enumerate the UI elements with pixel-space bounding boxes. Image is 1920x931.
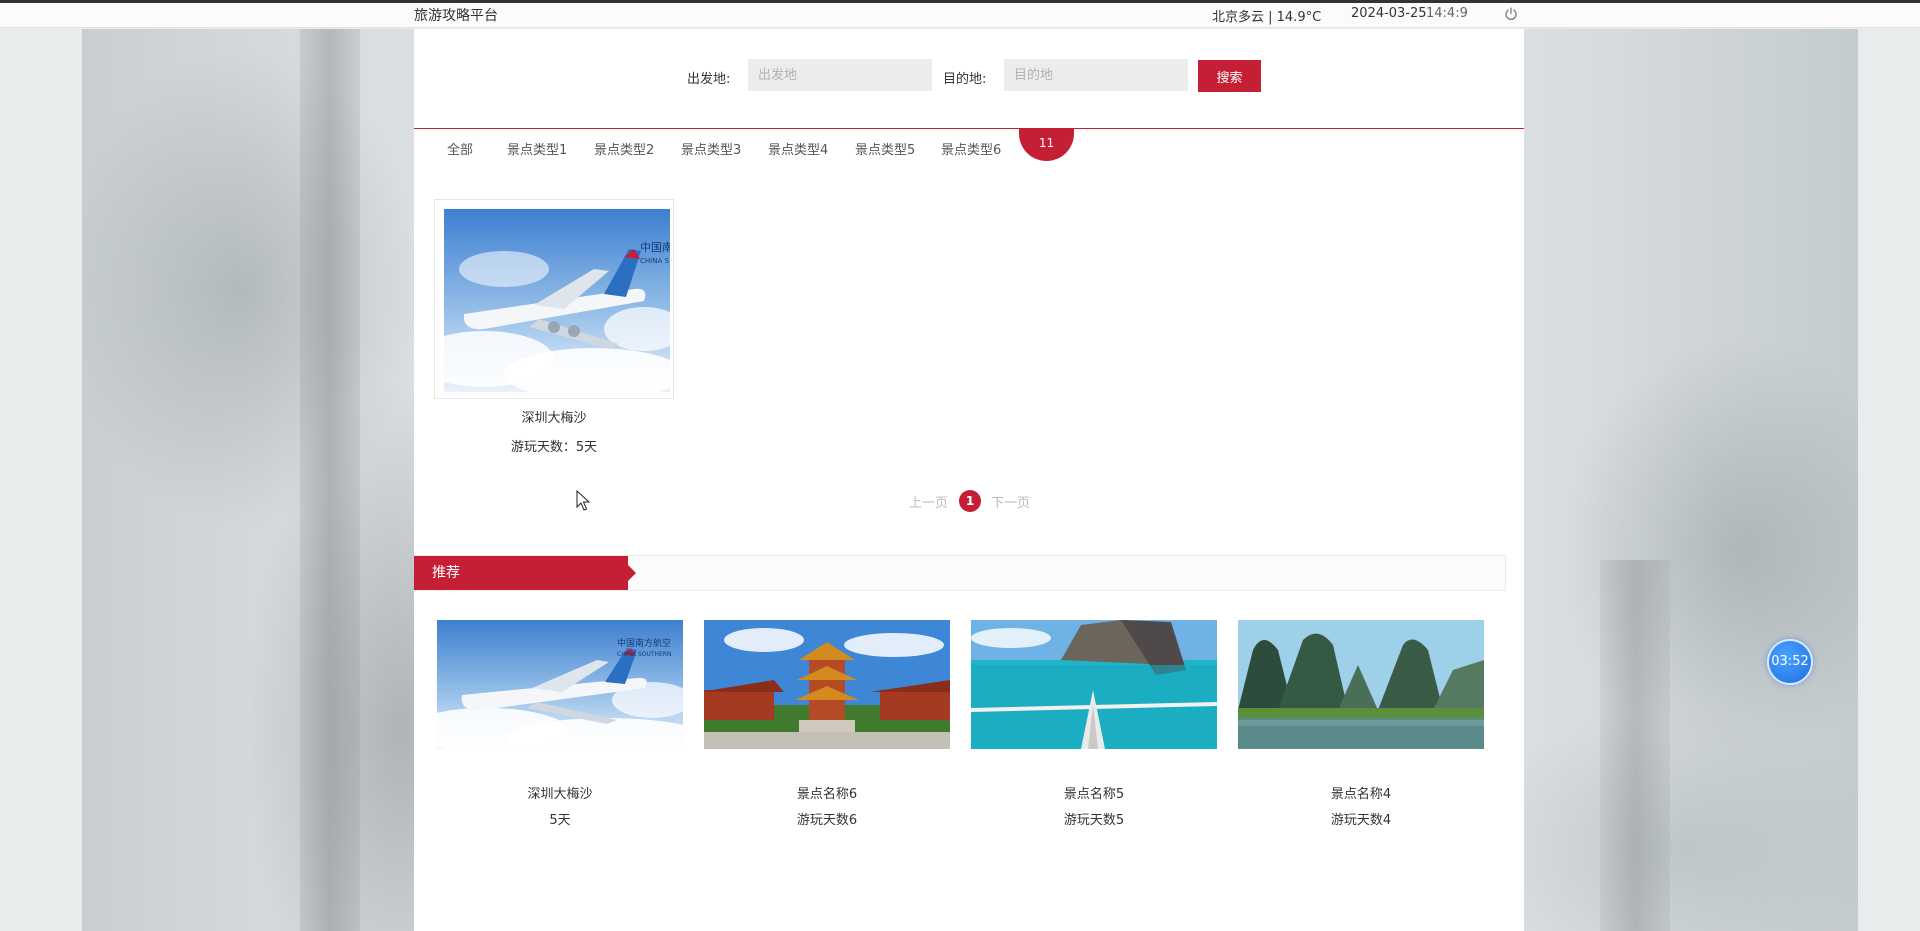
recommend-item-name[interactable]: 景点名称6 xyxy=(704,783,950,802)
category-tabs: 全部 景点类型1 景点类型2 景点类型3 景点类型4 景点类型5 景点类型6 1… xyxy=(414,129,1524,169)
background-pillar-right xyxy=(1600,560,1670,931)
power-icon[interactable] xyxy=(1504,7,1518,21)
recommend-item-days: 5天 xyxy=(549,813,571,828)
search-button[interactable]: 搜索 xyxy=(1198,60,1261,92)
recommend-item-days: 游玩天数5 xyxy=(1063,813,1125,828)
category-tab-2[interactable]: 景点类型2 xyxy=(594,139,654,158)
recommend-item-2[interactable]: 景点名称6 游玩天数6 xyxy=(704,620,950,828)
search-bar: 出发地: 目的地: 搜索 xyxy=(414,59,1524,93)
recommend-item-days: 游玩天数4 xyxy=(1330,813,1392,828)
prev-page-button[interactable]: 上一页 xyxy=(909,492,948,511)
recommend-item-name[interactable]: 景点名称4 xyxy=(1238,783,1484,802)
airplane-photo[interactable]: 中国南方航空 CHINA SOUTHERN xyxy=(437,620,683,749)
svg-text:CHINA SOUTHERN: CHINA SOUTHERN xyxy=(617,651,672,658)
svg-text:中国南: 中国南 xyxy=(640,241,670,254)
recommend-item-name[interactable]: 景点名称5 xyxy=(971,783,1217,802)
category-count-badge[interactable]: 11 xyxy=(1019,129,1074,161)
listing-card-days: 游玩天数：5天 xyxy=(510,440,598,455)
karst-river-photo[interactable] xyxy=(1238,620,1484,749)
listing-card[interactable]: 中国南 CHINA S xyxy=(434,199,674,399)
current-time: 14:4:9 xyxy=(1426,6,1468,21)
next-page-button[interactable]: 下一页 xyxy=(991,492,1030,511)
boat-sea-photo[interactable] xyxy=(971,620,1217,749)
svg-text:CHINA S: CHINA S xyxy=(640,257,669,265)
weather-info: 北京多云 | 14.9°C xyxy=(1212,10,1322,25)
recommend-item-3[interactable]: 景点名称5 游玩天数5 xyxy=(971,620,1217,828)
recommend-item-1[interactable]: 中国南方航空 CHINA SOUTHERN 深圳大梅沙 5天 xyxy=(437,620,683,828)
category-tab-3[interactable]: 景点类型3 xyxy=(681,139,741,158)
recommend-title: 推荐 xyxy=(414,556,636,590)
recommend-item-days: 游玩天数6 xyxy=(796,813,858,828)
recommend-item-name[interactable]: 深圳大梅沙 xyxy=(437,783,683,802)
mouse-cursor-icon xyxy=(576,490,590,512)
category-tab-all[interactable]: 全部 xyxy=(447,139,473,158)
to-label: 目的地: xyxy=(943,72,987,87)
category-tab-6[interactable]: 景点类型6 xyxy=(941,139,1001,158)
from-input[interactable] xyxy=(748,59,932,91)
category-tab-1[interactable]: 景点类型1 xyxy=(507,139,567,158)
background-pillar-left xyxy=(300,29,360,931)
svg-text:中国南方航空: 中国南方航空 xyxy=(617,637,671,649)
listing-card-name[interactable]: 深圳大梅沙 xyxy=(434,407,674,426)
main-content: 出发地: 目的地: 搜索 全部 景点类型1 景点类型2 景点类型3 景点类型4 … xyxy=(414,29,1524,931)
pagoda-photo[interactable] xyxy=(704,620,950,749)
to-input[interactable] xyxy=(1004,59,1188,91)
from-label: 出发地: xyxy=(687,72,731,87)
category-tab-5[interactable]: 景点类型5 xyxy=(855,139,915,158)
top-bar: 旅游攻略平台 北京多云 | 14.9°C 2024-03-25 14:4:9 xyxy=(0,0,1920,28)
site-title[interactable]: 旅游攻略平台 xyxy=(414,5,498,25)
airplane-photo[interactable]: 中国南 CHINA S xyxy=(444,209,670,392)
current-date: 2024-03-25 xyxy=(1351,6,1427,21)
recommend-item-4[interactable]: 景点名称4 游玩天数4 xyxy=(1238,620,1484,828)
floating-timer[interactable]: 03:52 xyxy=(1767,639,1813,685)
category-tab-4[interactable]: 景点类型4 xyxy=(768,139,828,158)
current-page-indicator[interactable]: 1 xyxy=(959,490,981,512)
